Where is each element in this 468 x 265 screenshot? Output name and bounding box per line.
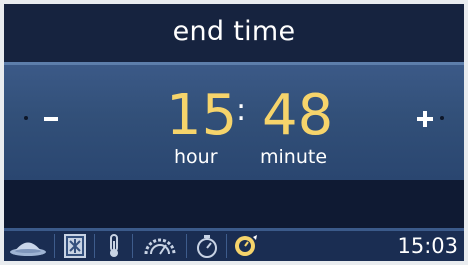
gauge-icon[interactable]: [138, 232, 182, 260]
minute-value[interactable]: 48: [262, 88, 333, 144]
minus-icon[interactable]: [44, 117, 58, 121]
toolbar-separator: [132, 234, 133, 258]
clock: 15:03: [397, 234, 458, 258]
hour-label: hour: [174, 146, 218, 168]
left-indicator-dot: [24, 116, 28, 120]
lower-panel: [4, 180, 464, 228]
dish-icon[interactable]: [6, 232, 50, 260]
timer-icon[interactable]: [192, 232, 222, 260]
toolbar-separator: [54, 234, 55, 258]
page-title: end time: [172, 16, 296, 47]
minute-label: minute: [260, 146, 328, 168]
oven-display: end time 15 : 48 hour minute 15:03: [4, 4, 464, 261]
end-time-icon[interactable]: [230, 232, 260, 260]
toolbar-separator: [94, 234, 95, 258]
toolbar-separator: [226, 234, 227, 258]
hour-value[interactable]: 15: [166, 88, 237, 144]
thermometer-icon[interactable]: [100, 232, 128, 260]
plus-icon[interactable]: [417, 111, 433, 127]
oven-mode-icon[interactable]: [60, 232, 90, 260]
panel-highlight: [4, 62, 464, 65]
time-separator: :: [236, 93, 247, 128]
bottom-toolbar: 15:03: [4, 231, 464, 261]
toolbar-separator: [186, 234, 187, 258]
right-indicator-dot: [440, 116, 444, 120]
